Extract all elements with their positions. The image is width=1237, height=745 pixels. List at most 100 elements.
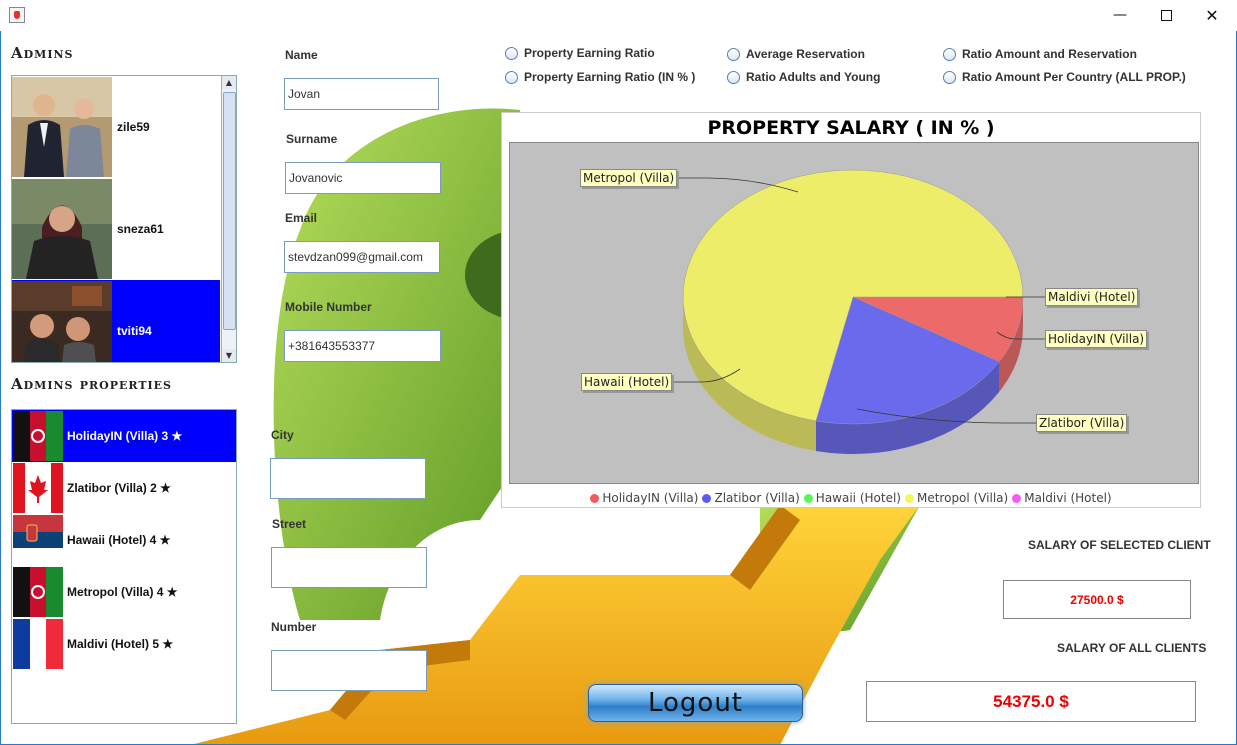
property-label: HolidayIN (Villa) 3 ★ bbox=[67, 429, 183, 443]
name-field[interactable]: Jovan bbox=[284, 78, 439, 110]
city-field[interactable] bbox=[270, 458, 426, 499]
flag-serbia-icon bbox=[13, 515, 63, 565]
radio-icon bbox=[727, 47, 740, 61]
close-button[interactable]: ✕ bbox=[1189, 0, 1235, 30]
legend-item: Metropol (Villa) bbox=[904, 491, 1009, 505]
admin-name: tviti94 bbox=[117, 323, 152, 338]
street-field[interactable] bbox=[271, 547, 427, 588]
surname-label: Surname bbox=[286, 132, 338, 146]
admin-name: sneza61 bbox=[117, 221, 164, 236]
flag-afghanistan-icon bbox=[13, 567, 63, 617]
salary-all-label: SALARY OF ALL CLIENTS bbox=[1057, 641, 1207, 655]
admin-name: zile59 bbox=[117, 119, 150, 134]
admin-item[interactable]: zile59 bbox=[12, 76, 220, 177]
number-label: Number bbox=[271, 620, 317, 634]
radio-property-earning-ratio[interactable]: Property Earning Ratio bbox=[505, 46, 655, 60]
salary-selected-value: 27500.0 $ bbox=[1003, 580, 1191, 619]
email-label: Email bbox=[285, 211, 318, 225]
admin-item[interactable]: sneza61 bbox=[12, 178, 220, 279]
legend-label: Metropol (Villa) bbox=[916, 491, 1009, 505]
legend-label: HolidayIN (Villa) bbox=[602, 491, 699, 505]
scroll-down-icon[interactable]: ▼ bbox=[222, 349, 236, 362]
email-field[interactable]: stevdzan099@gmail.com bbox=[284, 241, 440, 273]
flag-afghanistan-icon bbox=[13, 411, 63, 461]
surname-field[interactable]: Jovanovic bbox=[285, 162, 441, 194]
radio-property-earning-ratio-pct[interactable]: Property Earning Ratio (IN % ) bbox=[505, 70, 695, 84]
property-label: Metropol (Villa) 4 ★ bbox=[67, 585, 178, 599]
admins-properties-title: Admins properties bbox=[11, 375, 172, 393]
radio-icon bbox=[943, 47, 956, 61]
legend-marker-icon bbox=[1012, 494, 1022, 503]
chart-title: PROPERTY SALARY ( IN % ) bbox=[707, 117, 995, 139]
radio-icon bbox=[943, 70, 956, 84]
legend-item: Maldivi (Hotel) bbox=[1012, 491, 1112, 505]
property-item[interactable]: Metropol (Villa) 4 ★ bbox=[12, 566, 236, 618]
legend-item: HolidayIN (Villa) bbox=[590, 491, 698, 505]
admins-title: Admins bbox=[11, 44, 74, 62]
radio-label: Ratio Adults and Young bbox=[746, 70, 881, 84]
property-label: Hawaii (Hotel) 4 ★ bbox=[67, 533, 171, 547]
avatar bbox=[12, 280, 112, 362]
pie-callout-label: Zlatibor (Villa) bbox=[1036, 414, 1128, 432]
java-app-icon bbox=[9, 7, 25, 23]
legend-marker-icon bbox=[904, 494, 914, 503]
pie-callout-label: Metropol (Villa) bbox=[580, 169, 678, 187]
legend-label: Zlatibor (Villa) bbox=[714, 491, 800, 505]
mobile-number-field[interactable]: +381643553377 bbox=[284, 330, 441, 362]
property-label: Maldivi (Hotel) 5 ★ bbox=[67, 637, 174, 651]
radio-label: Ratio Amount Per Country (ALL PROP.) bbox=[962, 70, 1186, 84]
avatar bbox=[12, 178, 112, 279]
close-icon: ✕ bbox=[1205, 5, 1219, 25]
flag-canada-icon bbox=[13, 463, 63, 513]
property-item-selected[interactable]: HolidayIN (Villa) 3 ★ bbox=[12, 410, 236, 462]
radio-average-reservation[interactable]: Average Reservation bbox=[727, 47, 865, 61]
legend-marker-icon bbox=[803, 494, 813, 503]
legend-label: Hawaii (Hotel) bbox=[815, 491, 901, 505]
maximize-button[interactable] bbox=[1143, 0, 1189, 30]
admins-scrollbar[interactable]: ▲ ▼ bbox=[221, 76, 236, 362]
legend-item: Zlatibor (Villa) bbox=[702, 491, 800, 505]
minimize-button[interactable]: — bbox=[1097, 0, 1143, 30]
maximize-icon bbox=[1160, 9, 1172, 21]
radio-label: Ratio Amount and Reservation bbox=[962, 47, 1137, 61]
salary-selected-label: SALARY OF SELECTED CLIENT bbox=[1028, 538, 1211, 552]
legend-marker-icon bbox=[590, 494, 600, 503]
radio-icon bbox=[505, 70, 518, 84]
legend-label: Maldivi (Hotel) bbox=[1024, 491, 1112, 505]
pie-chart bbox=[672, 169, 1045, 454]
property-item[interactable]: Zlatibor (Villa) 2 ★ bbox=[12, 462, 236, 514]
admin-item-selected[interactable]: tviti94 bbox=[12, 280, 220, 362]
avatar bbox=[12, 76, 112, 177]
properties-list[interactable]: HolidayIN (Villa) 3 ★ Zlatibor (Villa) 2… bbox=[11, 409, 237, 724]
minimize-icon: — bbox=[1113, 7, 1127, 23]
title-bar bbox=[0, 0, 1237, 31]
logout-button[interactable]: Logout bbox=[588, 684, 803, 722]
city-label: City bbox=[271, 428, 294, 442]
pie-callout-label: HolidayIN (Villa) bbox=[1045, 330, 1148, 348]
radio-label: Property Earning Ratio (IN % ) bbox=[524, 70, 696, 84]
legend-item: Hawaii (Hotel) bbox=[803, 491, 901, 505]
name-label: Name bbox=[285, 48, 318, 62]
property-label: Zlatibor (Villa) 2 ★ bbox=[67, 481, 171, 495]
scroll-up-icon[interactable]: ▲ bbox=[222, 76, 236, 89]
legend-marker-icon bbox=[702, 494, 712, 503]
property-item[interactable]: Hawaii (Hotel) 4 ★ bbox=[12, 514, 236, 566]
chart-legend: HolidayIN (Villa) Zlatibor (Villa) Hawaii … bbox=[502, 491, 1200, 505]
scroll-thumb[interactable] bbox=[223, 92, 236, 330]
radio-label: Property Earning Ratio bbox=[524, 46, 655, 60]
number-field[interactable] bbox=[271, 650, 427, 691]
radio-icon bbox=[505, 46, 518, 60]
radio-ratio-adults-young[interactable]: Ratio Adults and Young bbox=[727, 70, 880, 84]
flag-france-icon bbox=[13, 619, 63, 669]
radio-ratio-amount-country[interactable]: Ratio Amount Per Country (ALL PROP.) bbox=[943, 70, 1186, 84]
salary-all-value: 54375.0 $ bbox=[866, 681, 1196, 722]
radio-icon bbox=[727, 70, 740, 84]
radio-ratio-amount-reservation[interactable]: Ratio Amount and Reservation bbox=[943, 47, 1137, 61]
pie-callout-label: Hawaii (Hotel) bbox=[581, 373, 673, 391]
plot-area: Metropol (Villa) Maldivi (Hotel) HolidayIN… bbox=[509, 142, 1199, 484]
admins-list[interactable]: zile59 sneza61 tviti94 ▲ ▼ bbox=[11, 75, 237, 363]
property-item[interactable]: Maldivi (Hotel) 5 ★ bbox=[12, 618, 236, 670]
mobile-number-label: Mobile Number bbox=[285, 300, 372, 314]
street-label: Street bbox=[272, 517, 307, 531]
pie-callout-label: Maldivi (Hotel) bbox=[1045, 288, 1139, 306]
